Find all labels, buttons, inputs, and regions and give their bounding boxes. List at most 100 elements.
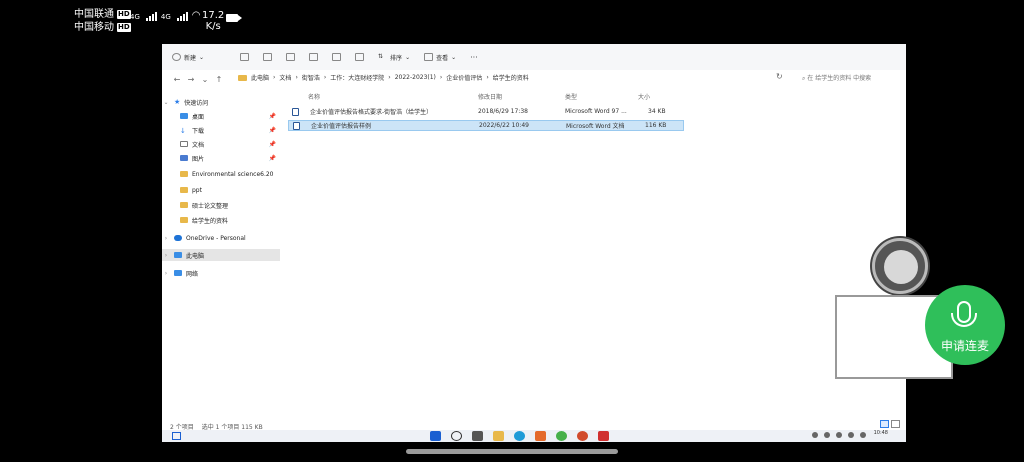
column-modified[interactable]: 修改日期 — [478, 92, 502, 101]
address-bar-row: ← → ⌄ ↑ 此电脑 › 文档 › 街智浩 › 工作：大连财经学院 › 2022-20… — [162, 70, 906, 88]
phone-screen: 中国联通 HD 中国移动 HD 4G 4G ◠ 17.2 K/s 新建 ⌄ ⇅ 排… — [0, 0, 1024, 462]
new-button[interactable]: 新建 ⌄ — [172, 53, 204, 62]
breadcrumb[interactable]: 此电脑 › 文档 › 街智浩 › 工作：大连财经学院 › 2022-2023(1) › 企… — [238, 73, 529, 82]
gesture-home-bar[interactable] — [406, 449, 618, 454]
app-icon[interactable] — [535, 431, 546, 441]
edge-icon[interactable] — [514, 431, 525, 441]
crumb-sep-icon: › — [295, 74, 298, 81]
sidebar-this-pc[interactable]: › 此电脑 — [162, 249, 280, 261]
sidebar-item-downloads[interactable]: ↓ 下载 📌 — [162, 124, 280, 136]
chevron-right-icon[interactable]: › — [162, 270, 170, 277]
speed-unit: K/s — [205, 21, 221, 32]
sort-button[interactable]: ⇅ 排序 ⌄ — [378, 53, 410, 62]
sidebar-item-pictures[interactable]: 图片 📌 — [162, 152, 280, 164]
rename-icon[interactable] — [309, 53, 319, 61]
signal-indicators: 4G 4G ◠ — [130, 10, 201, 21]
wifi-icon[interactable] — [848, 432, 854, 438]
recent-dropdown-icon[interactable]: ⌄ — [198, 75, 212, 84]
sort-icon: ⇅ — [378, 53, 384, 60]
more-button[interactable]: ··· — [470, 53, 478, 62]
sidebar-label: 此电脑 — [186, 252, 205, 260]
task-view-icon[interactable] — [472, 431, 483, 441]
sidebar-item-ppt[interactable]: ppt — [162, 184, 280, 196]
microphone-base-icon — [951, 313, 977, 327]
command-bar: 新建 ⌄ ⇅ 排序 ⌄ 查看 ⌄ ··· — [162, 44, 906, 70]
copy-icon[interactable] — [263, 53, 273, 61]
cut-icon[interactable] — [240, 53, 250, 61]
speed-value: 17.2 — [202, 10, 225, 21]
hd-badge: HD — [117, 10, 131, 19]
folder-icon — [180, 217, 188, 223]
request-mic-button[interactable]: 申请连麦 — [925, 285, 1005, 365]
crumb-6[interactable]: 给学生的资料 — [493, 73, 529, 82]
cloud-icon — [174, 235, 182, 241]
file-row[interactable]: 企业价值评估报告格式要求-街智浩（给学生） 2018/6/29 17:38 Mi… — [288, 106, 684, 117]
tiles-view-icon[interactable] — [891, 420, 900, 428]
back-icon[interactable]: ← — [170, 75, 184, 84]
search-icon[interactable] — [451, 431, 462, 441]
column-size[interactable]: 大小 — [638, 92, 650, 101]
navigation-pane: ⌄ ★ 快速访问 桌面 📌 ↓ 下载 📌 文档 📌 图片 📌 Environmental sc… — [162, 92, 280, 418]
sidebar-label: 给学生的资料 — [192, 217, 229, 225]
chevron-right-icon[interactable]: › — [162, 252, 170, 259]
plus-icon — [172, 53, 181, 61]
crumb-1[interactable]: 文档 — [279, 73, 291, 82]
signal-bars-icon — [145, 11, 157, 21]
sidebar-item-thesis[interactable]: 硕士论文整理 — [162, 199, 280, 211]
paste-icon[interactable] — [286, 53, 296, 61]
file-type: Microsoft Word 97 ... — [565, 108, 627, 115]
sidebar-onedrive[interactable]: › OneDrive - Personal — [162, 232, 280, 244]
tray-icon[interactable] — [824, 432, 830, 438]
share-icon[interactable] — [332, 53, 342, 61]
tray-icon[interactable] — [812, 432, 818, 438]
crumb-sep-icon: › — [486, 74, 489, 81]
download-icon: ↓ — [180, 127, 186, 135]
sidebar-quick-access[interactable]: ⌄ ★ 快速访问 — [162, 96, 280, 108]
view-label: 查看 — [436, 54, 449, 62]
file-list: 名称 修改日期 类型 大小 企业价值评估报告格式要求-街智浩（给学生） 2018… — [288, 92, 898, 418]
sidebar-item-env-science[interactable]: Environmental science6.20 — [162, 168, 280, 180]
clock-time: 10:48 — [873, 430, 888, 436]
chevron-down-icon[interactable]: ⌄ — [162, 99, 170, 106]
sidebar-item-desktop[interactable]: 桌面 📌 — [162, 110, 280, 122]
crumb-4[interactable]: 2022-2023(1) — [395, 74, 436, 81]
chevron-right-icon[interactable]: › — [162, 235, 170, 242]
document-icon — [180, 141, 188, 147]
sidebar-label: 桌面 — [192, 113, 205, 121]
refresh-icon[interactable]: ↻ — [776, 72, 783, 81]
column-headers: 名称 修改日期 类型 大小 — [288, 92, 888, 102]
file-row-selected[interactable]: 企业价值评估报告样例 2022/6/22 10:49 Microsoft Wor… — [288, 120, 684, 131]
sidebar-item-documents[interactable]: 文档 📌 — [162, 138, 280, 150]
view-button[interactable]: 查看 ⌄ — [424, 53, 456, 62]
sidebar-network[interactable]: › 网络 — [162, 267, 280, 279]
network-type-1: 4G — [130, 13, 140, 21]
sidebar-label: 图片 — [192, 155, 205, 163]
file-explorer-icon[interactable] — [493, 431, 504, 441]
sidebar-label: 快速访问 — [184, 99, 209, 107]
folder-icon — [238, 74, 247, 81]
search-input[interactable]: ⌕ 在 给学生的资料 中搜索 — [802, 73, 871, 83]
start-icon[interactable] — [430, 431, 441, 441]
wechat-icon[interactable] — [556, 431, 567, 441]
file-modified: 2018/6/29 17:38 — [478, 108, 528, 115]
word-document-icon — [292, 107, 299, 116]
floating-assistive-ball[interactable] — [872, 238, 928, 294]
crumb-0[interactable]: 此电脑 — [251, 73, 269, 82]
crumb-2[interactable]: 街智浩 — [302, 73, 320, 82]
up-icon[interactable]: ↑ — [212, 75, 226, 84]
app2-icon[interactable] — [598, 431, 609, 441]
volume-icon[interactable] — [860, 432, 866, 438]
column-name[interactable]: 名称 — [308, 92, 320, 101]
widgets-icon[interactable] — [172, 432, 181, 440]
forward-icon[interactable]: → — [184, 75, 198, 84]
sidebar-label: 硕士论文整理 — [192, 202, 229, 210]
crumb-3[interactable]: 工作：大连财经学院 — [330, 73, 384, 82]
tray-icon[interactable] — [836, 432, 842, 438]
crumb-5[interactable]: 企业价值评估 — [446, 73, 482, 82]
taskbar-clock[interactable]: 10:48 — [874, 430, 888, 436]
delete-icon[interactable] — [355, 53, 365, 61]
powerpoint-icon[interactable] — [577, 431, 588, 441]
details-view-icon[interactable] — [880, 420, 889, 428]
sidebar-item-student-materials[interactable]: 给学生的资料 — [162, 214, 280, 226]
column-type[interactable]: 类型 — [565, 92, 577, 101]
